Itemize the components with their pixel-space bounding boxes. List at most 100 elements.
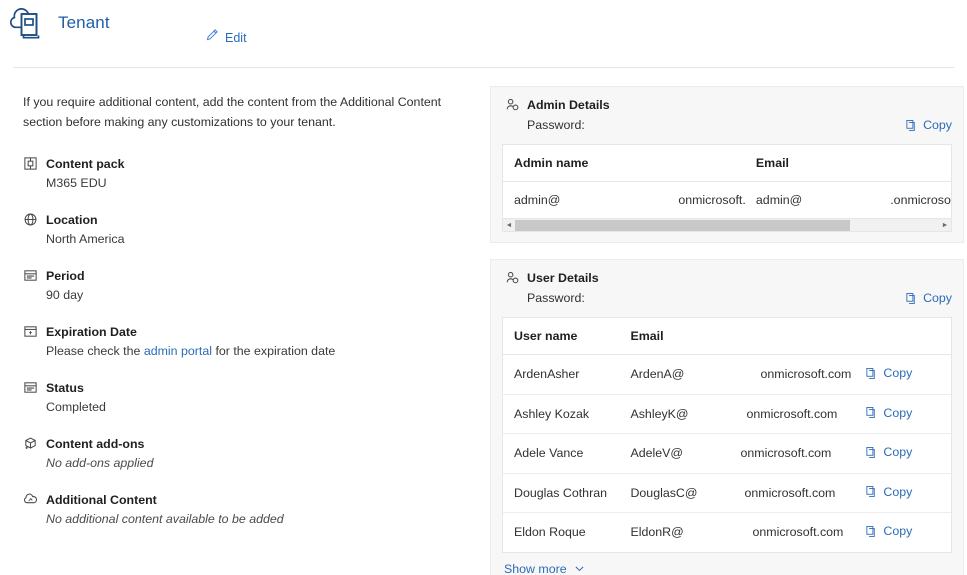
user-copy-button[interactable]: Copy bbox=[865, 524, 912, 538]
user-email-suffix-cell: onmicrosoft.com bbox=[709, 354, 862, 395]
copy-icon bbox=[905, 119, 918, 132]
table-row: Ashley Kozak AshleyK@ onmicrosoft.com Co… bbox=[503, 394, 951, 434]
page-header: Tenant Edit bbox=[0, 0, 967, 68]
field-value: Completed bbox=[46, 400, 106, 414]
user-email-suffix: onmicrosoft.com bbox=[746, 406, 838, 421]
user-copy-cell: Copy bbox=[861, 433, 951, 474]
copy-label: Copy bbox=[923, 118, 952, 132]
copy-icon bbox=[865, 525, 878, 538]
field-label: Status bbox=[46, 380, 84, 395]
field-additional-content: Additional Content No additional content… bbox=[23, 492, 468, 526]
user-copy-cell: Copy bbox=[861, 354, 951, 395]
expiration-text-before: Please check the bbox=[46, 344, 144, 358]
field-value: M365 EDU bbox=[46, 176, 107, 190]
field-header: Additional Content bbox=[23, 492, 468, 507]
user-copy-button[interactable]: Copy bbox=[865, 406, 912, 420]
field-label: Content pack bbox=[46, 156, 125, 171]
show-more-label: Show more bbox=[504, 561, 567, 575]
scroll-left-arrow-icon[interactable]: ◄ bbox=[503, 220, 515, 231]
user-details-header: User Details bbox=[502, 270, 952, 285]
scrollbar-thumb[interactable] bbox=[515, 219, 850, 231]
user-email-suffix-cell: onmicrosoft.com bbox=[709, 433, 862, 474]
copy-icon bbox=[865, 446, 878, 459]
field-period: Period 90 day bbox=[23, 268, 468, 302]
user-copy-button[interactable]: Copy bbox=[865, 366, 912, 380]
admin-details-panel: Admin Details Password: Copy Admin name … bbox=[490, 86, 964, 243]
panel-title: Admin Details bbox=[527, 97, 610, 112]
page-title: Tenant bbox=[58, 13, 110, 32]
scroll-right-arrow-icon[interactable]: ► bbox=[939, 220, 951, 231]
calendar-icon bbox=[23, 268, 38, 283]
field-label: Expiration Date bbox=[46, 324, 137, 339]
body: If you require additional content, add t… bbox=[0, 68, 967, 575]
field-label: Location bbox=[46, 212, 98, 227]
user-details-panel: User Details Password: Copy User name Em… bbox=[490, 259, 964, 575]
admin-password-label: Password: bbox=[527, 118, 585, 132]
user-copy-button[interactable]: Copy bbox=[865, 445, 912, 459]
field-value: No additional content available to be ad… bbox=[46, 512, 284, 526]
admin-portal-link[interactable]: admin portal bbox=[144, 344, 212, 358]
person-badge-icon bbox=[505, 97, 520, 112]
header-divider bbox=[13, 67, 954, 68]
table-header-row: Admin name Email bbox=[503, 145, 951, 182]
cube-plus-icon bbox=[23, 436, 38, 451]
admin-col-email: Email bbox=[744, 145, 951, 182]
user-password-copy-button[interactable]: Copy bbox=[905, 291, 952, 305]
scrollbar-track[interactable] bbox=[515, 219, 939, 231]
user-col-email: Email bbox=[619, 318, 862, 355]
admin-email-suffix: .onmicrosoft.cor bbox=[890, 193, 951, 207]
copy-icon bbox=[865, 367, 878, 380]
admin-table-horizontal-scrollbar[interactable]: ◄ ► bbox=[502, 219, 952, 232]
copy-label: Copy bbox=[923, 291, 952, 305]
user-name-cell: Douglas Cothran bbox=[503, 473, 620, 513]
user-col-name: User name bbox=[503, 318, 620, 355]
edit-button[interactable]: Edit bbox=[205, 28, 247, 47]
user-name-cell: Ashley Kozak bbox=[503, 394, 620, 434]
field-header: Status bbox=[23, 380, 468, 395]
user-email-suffix-cell: onmicrosoft.com bbox=[709, 473, 862, 513]
admin-table-shell: Admin name Email admin@ onmicrosoft.com a… bbox=[502, 144, 952, 219]
table-row: admin@ onmicrosoft.com admin@ .onmicrosoft… bbox=[503, 182, 951, 219]
copy-icon bbox=[865, 406, 878, 419]
copy-icon bbox=[905, 292, 918, 305]
user-email-suffix: onmicrosoft.com bbox=[740, 446, 832, 461]
admin-password-copy-button[interactable]: Copy bbox=[905, 118, 952, 132]
copy-icon bbox=[865, 485, 878, 498]
intro-text: If you require additional content, add t… bbox=[23, 95, 442, 129]
user-email-suffix: onmicrosoft.com bbox=[752, 525, 844, 540]
pencil-icon bbox=[205, 28, 219, 47]
field-location: Location North America bbox=[23, 212, 468, 246]
field-header: Period bbox=[23, 268, 468, 283]
user-name-cell: Eldon Roque bbox=[514, 525, 586, 540]
copy-label: Copy bbox=[883, 405, 913, 420]
field-header: Location bbox=[23, 212, 468, 227]
admin-email-cell: admin@ .onmicrosoft.cor bbox=[745, 182, 951, 219]
field-value: No add-ons applied bbox=[46, 456, 154, 470]
user-copy-button[interactable]: Copy bbox=[865, 485, 912, 499]
field-content-add-ons: Content add-ons No add-ons applied bbox=[23, 436, 468, 470]
user-email-suffix: onmicrosoft.com bbox=[760, 367, 852, 382]
field-content-pack: Content pack M365 EDU bbox=[23, 156, 468, 190]
admin-name-suffix: onmicrosoft.com bbox=[678, 193, 745, 207]
cloud-add-icon bbox=[23, 492, 38, 507]
user-copy-cell: Copy bbox=[861, 473, 951, 513]
table-row: Eldon Roque EldonR@ onmicrosoft.com Copy bbox=[503, 513, 951, 552]
copy-label: Copy bbox=[883, 445, 913, 459]
user-details-table: User name Email ArdenAsher ArdenA@ onmic… bbox=[503, 318, 951, 552]
box-package-icon bbox=[23, 156, 38, 171]
calendar-date-icon bbox=[23, 324, 38, 339]
show-more-button[interactable]: Show more bbox=[502, 562, 586, 575]
field-header: Content pack bbox=[23, 156, 468, 171]
user-email-prefix-cell: AshleyK@ bbox=[619, 394, 710, 434]
admin-details-table: Admin name Email admin@ onmicrosoft.com a… bbox=[503, 145, 951, 218]
user-email-suffix-cell: onmicrosoft.com bbox=[709, 513, 861, 552]
user-col-actions bbox=[861, 318, 951, 355]
user-name-cell: Adele Vance bbox=[503, 433, 620, 474]
chevron-down-icon bbox=[573, 562, 586, 575]
table-row: Douglas Cothran DouglasC@ onmicrosoft.co… bbox=[503, 473, 951, 513]
admin-email-prefix: admin@ bbox=[755, 193, 803, 207]
field-value: 90 day bbox=[46, 288, 84, 302]
user-name-cell: ArdenAsher bbox=[503, 354, 620, 395]
person-badge-icon bbox=[505, 270, 520, 285]
user-copy-cell: Copy bbox=[861, 513, 951, 552]
